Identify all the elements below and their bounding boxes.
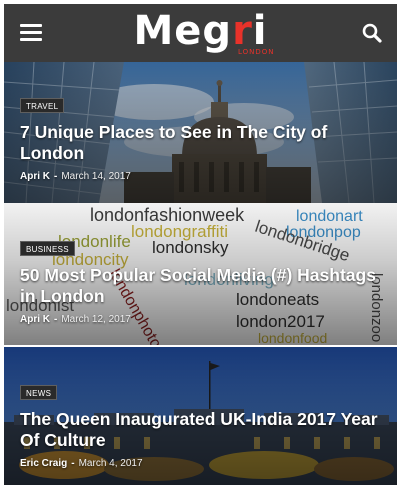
search-icon[interactable] [361, 22, 383, 44]
app-header: Megri LONDON [4, 4, 397, 62]
article-title[interactable]: The Queen Inaugurated UK-India 2017 Year… [20, 409, 385, 451]
article-date: March 12, 2017 [61, 314, 131, 325]
news-app-screen: Megri LONDON TRAVEL 7 Unique Places to S… [0, 0, 401, 487]
article-meta: Eric Craig - March 4, 2017 [20, 458, 385, 469]
article-content: BUSINESS 50 Most Popular Social Media (#… [20, 239, 385, 325]
logo-tagline: LONDON [238, 48, 275, 56]
article-content: TRAVEL 7 Unique Places to See in The Cit… [20, 96, 385, 182]
article-title[interactable]: 7 Unique Places to See in The City of Lo… [20, 122, 385, 164]
article-card-news[interactable]: NEWS The Queen Inaugurated UK-India 2017… [4, 347, 397, 485]
article-meta: Apri K - March 12, 2017 [20, 314, 385, 325]
article-author[interactable]: Apri K [20, 171, 50, 182]
article-author[interactable]: Eric Craig [20, 458, 67, 469]
logo-text-main: Meg [133, 8, 233, 54]
category-badge[interactable]: NEWS [20, 385, 58, 400]
article-title[interactable]: 50 Most Popular Social Media (#) Hashtag… [20, 265, 385, 307]
meta-separator: - [71, 458, 75, 469]
article-card-travel[interactable]: TRAVEL 7 Unique Places to See in The Cit… [4, 62, 397, 203]
site-logo[interactable]: Megri [4, 8, 397, 54]
article-card-business[interactable]: londonfashionweek londonart londonlife l… [4, 203, 397, 345]
article-date: March 14, 2017 [61, 171, 131, 182]
article-meta: Apri K - March 14, 2017 [20, 171, 385, 182]
article-date: March 4, 2017 [78, 458, 143, 469]
category-badge[interactable]: TRAVEL [20, 98, 65, 113]
meta-separator: - [54, 171, 58, 182]
article-author[interactable]: Apri K [20, 314, 50, 325]
category-badge[interactable]: BUSINESS [20, 241, 75, 256]
article-content: NEWS The Queen Inaugurated UK-India 2017… [20, 383, 385, 469]
meta-separator: - [54, 314, 58, 325]
